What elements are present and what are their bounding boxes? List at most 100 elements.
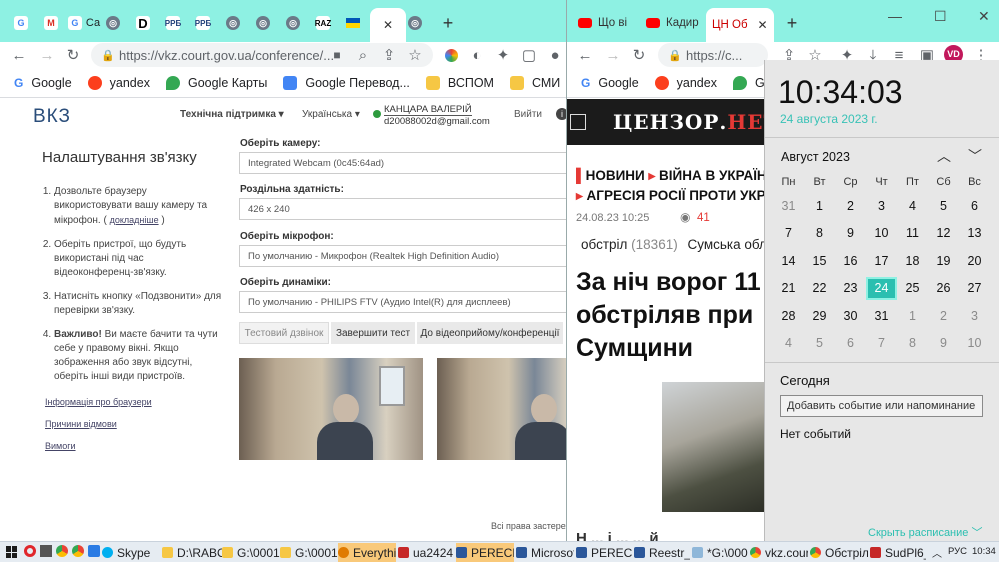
sidebar-icon[interactable]: ▢: [520, 46, 538, 64]
next-month-icon[interactable]: ﹀: [968, 146, 982, 166]
tab-globe-5[interactable]: ◎: [404, 8, 426, 38]
tag-link[interactable]: обстріл: [581, 237, 627, 252]
day-cell[interactable]: 1: [897, 309, 928, 323]
close-icon[interactable]: ✕: [758, 18, 768, 32]
day-cell[interactable]: 3: [866, 199, 897, 213]
minimize-icon[interactable]: —: [888, 8, 902, 24]
speakers-select[interactable]: По умолчанию - PHILIPS FTV (Аудио Intel(…: [239, 291, 567, 313]
close-icon[interactable]: ✕: [383, 18, 393, 32]
day-cell[interactable]: 10: [866, 226, 897, 240]
taskbar-item-skype[interactable]: Skype: [102, 543, 160, 562]
day-cell[interactable]: 28: [773, 309, 804, 323]
forward-icon[interactable]: →: [604, 46, 622, 64]
logout-link[interactable]: Вийти: [514, 109, 542, 120]
day-cell[interactable]: 9: [835, 226, 866, 240]
day-cell[interactable]: 21: [773, 281, 804, 295]
language-menu[interactable]: Українська ▾: [302, 109, 360, 120]
camera-icon[interactable]: ■: [328, 46, 346, 64]
tab-google[interactable]: G: [10, 8, 32, 38]
taskbar-item-chrome-censor[interactable]: Обстріли...: [810, 543, 868, 562]
tab-censor-active[interactable]: ЦН Об ✕: [706, 8, 774, 42]
day-cell[interactable]: 4: [897, 199, 928, 213]
taskbar-item-folder[interactable]: G:\0001H...: [222, 543, 280, 562]
taskbar-item-pdf[interactable]: ua2424 - ...: [398, 543, 456, 562]
prev-month-icon[interactable]: ︿: [937, 146, 951, 166]
profile-icon[interactable]: ●: [546, 46, 564, 64]
day-cell[interactable]: 13: [959, 226, 990, 240]
day-cell[interactable]: 3: [959, 309, 990, 323]
go-to-conference-button[interactable]: До відеоприйому/конференції: [417, 322, 563, 344]
day-cell[interactable]: 18: [897, 254, 928, 268]
tab-gmail[interactable]: M: [40, 8, 62, 38]
tab-raz[interactable]: RAZ: [312, 8, 334, 38]
day-cell[interactable]: 22: [804, 281, 835, 295]
tab-google-2[interactable]: G Са: [66, 8, 102, 38]
vkz-logo[interactable]: ВКЗ: [33, 106, 71, 128]
address-bar-right[interactable]: 🔒 https://c...: [658, 43, 768, 67]
new-tab-button[interactable]: +: [436, 8, 460, 38]
microphone-select[interactable]: По умолчанию - Микрофон (Realtek High De…: [239, 245, 567, 267]
day-cell[interactable]: 31: [773, 199, 804, 213]
nav-aggression[interactable]: ▸ АГРЕСІЯ РОСІЇ ПРОТИ УКРА: [576, 188, 766, 204]
tab-globe-2[interactable]: ◎: [222, 8, 244, 38]
resolution-select[interactable]: 426 x 240: [239, 198, 567, 220]
day-cell[interactable]: 2: [928, 309, 959, 323]
test-call-button[interactable]: Тестовий дзвінок: [239, 322, 329, 344]
day-cell[interactable]: 30: [835, 309, 866, 323]
forward-icon[interactable]: →: [38, 46, 56, 64]
camera-select[interactable]: Integrated Webcam (0c45:64ad): [239, 152, 567, 174]
tab-globe-3[interactable]: ◎: [252, 8, 274, 38]
day-cell[interactable]: 29: [804, 309, 835, 323]
day-cell[interactable]: 4: [773, 336, 804, 350]
bookmark-google-maps[interactable]: Google Карты: [165, 75, 267, 90]
extension-colorful-icon[interactable]: [442, 46, 460, 64]
pinned-app-icon[interactable]: [88, 545, 100, 557]
taskbar-item-chrome-vkz[interactable]: vkz.court...: [750, 543, 808, 562]
tab-d[interactable]: D: [132, 8, 154, 38]
day-cell[interactable]: 8: [897, 336, 928, 350]
day-cell[interactable]: 20: [959, 254, 990, 268]
taskbar-item-pereche[interactable]: PERECHE...: [456, 543, 514, 562]
chrome-icon[interactable]: [56, 545, 68, 557]
bookmark-yandex[interactable]: yandex: [654, 75, 717, 90]
day-cell[interactable]: 5: [804, 336, 835, 350]
back-icon[interactable]: ←: [576, 46, 594, 64]
close-window-icon[interactable]: ✕: [978, 8, 990, 25]
maximize-icon[interactable]: ☐: [934, 8, 947, 25]
back-icon[interactable]: ←: [10, 46, 28, 64]
day-cell[interactable]: 26: [928, 281, 959, 295]
finish-test-button[interactable]: Завершити тест: [331, 322, 415, 344]
share-icon[interactable]: ⇪: [380, 46, 398, 64]
tab-rpb-1[interactable]: РРБ: [162, 8, 184, 38]
day-cell[interactable]: 2: [835, 199, 866, 213]
day-cell[interactable]: 7: [866, 336, 897, 350]
taskbar-item-notepad[interactable]: *G:\0001...: [692, 543, 748, 562]
day-cell[interactable]: 17: [866, 254, 897, 268]
taskbar-item-pereche-2[interactable]: PERECHE...: [576, 543, 632, 562]
clock-date[interactable]: 24 августа 2023 г.: [780, 112, 878, 126]
tray-chevron-icon[interactable]: ︿: [932, 545, 942, 560]
day-cell[interactable]: 27: [959, 281, 990, 295]
taskbar-item-reestr[interactable]: Reestr_is...: [634, 543, 690, 562]
support-menu[interactable]: Технічна підтримка ▾: [180, 109, 284, 120]
zoom-icon[interactable]: ⌕: [354, 46, 372, 64]
requirements-link[interactable]: Вимоги: [45, 441, 76, 451]
day-cell[interactable]: 1: [804, 199, 835, 213]
bookmark-folder-smi[interactable]: СМИ: [509, 75, 560, 90]
taskbar-item-sudpl[interactable]: SudPl6_2...: [870, 543, 926, 562]
menu-toggle-icon[interactable]: [570, 114, 586, 130]
censor-logo[interactable]: ЦЕНЗОР.НЕТ: [613, 110, 766, 134]
details-link[interactable]: докладніше: [110, 215, 159, 225]
bookmark-folder-vspom[interactable]: ВСПОМ: [425, 75, 494, 90]
bookmark-google-translate[interactable]: Google Перевод...: [283, 75, 410, 90]
chrome-icon[interactable]: [72, 545, 84, 557]
day-cell[interactable]: 6: [835, 336, 866, 350]
bookmark-google[interactable]: G Google: [581, 76, 639, 90]
tab-globe[interactable]: ◎: [102, 8, 124, 38]
day-cell[interactable]: 19: [928, 254, 959, 268]
day-cell[interactable]: 14: [773, 254, 804, 268]
day-cell[interactable]: 15: [804, 254, 835, 268]
reload-icon[interactable]: ↻: [630, 46, 648, 64]
day-cell[interactable]: 10: [959, 336, 990, 350]
reload-icon[interactable]: ↻: [64, 46, 82, 64]
